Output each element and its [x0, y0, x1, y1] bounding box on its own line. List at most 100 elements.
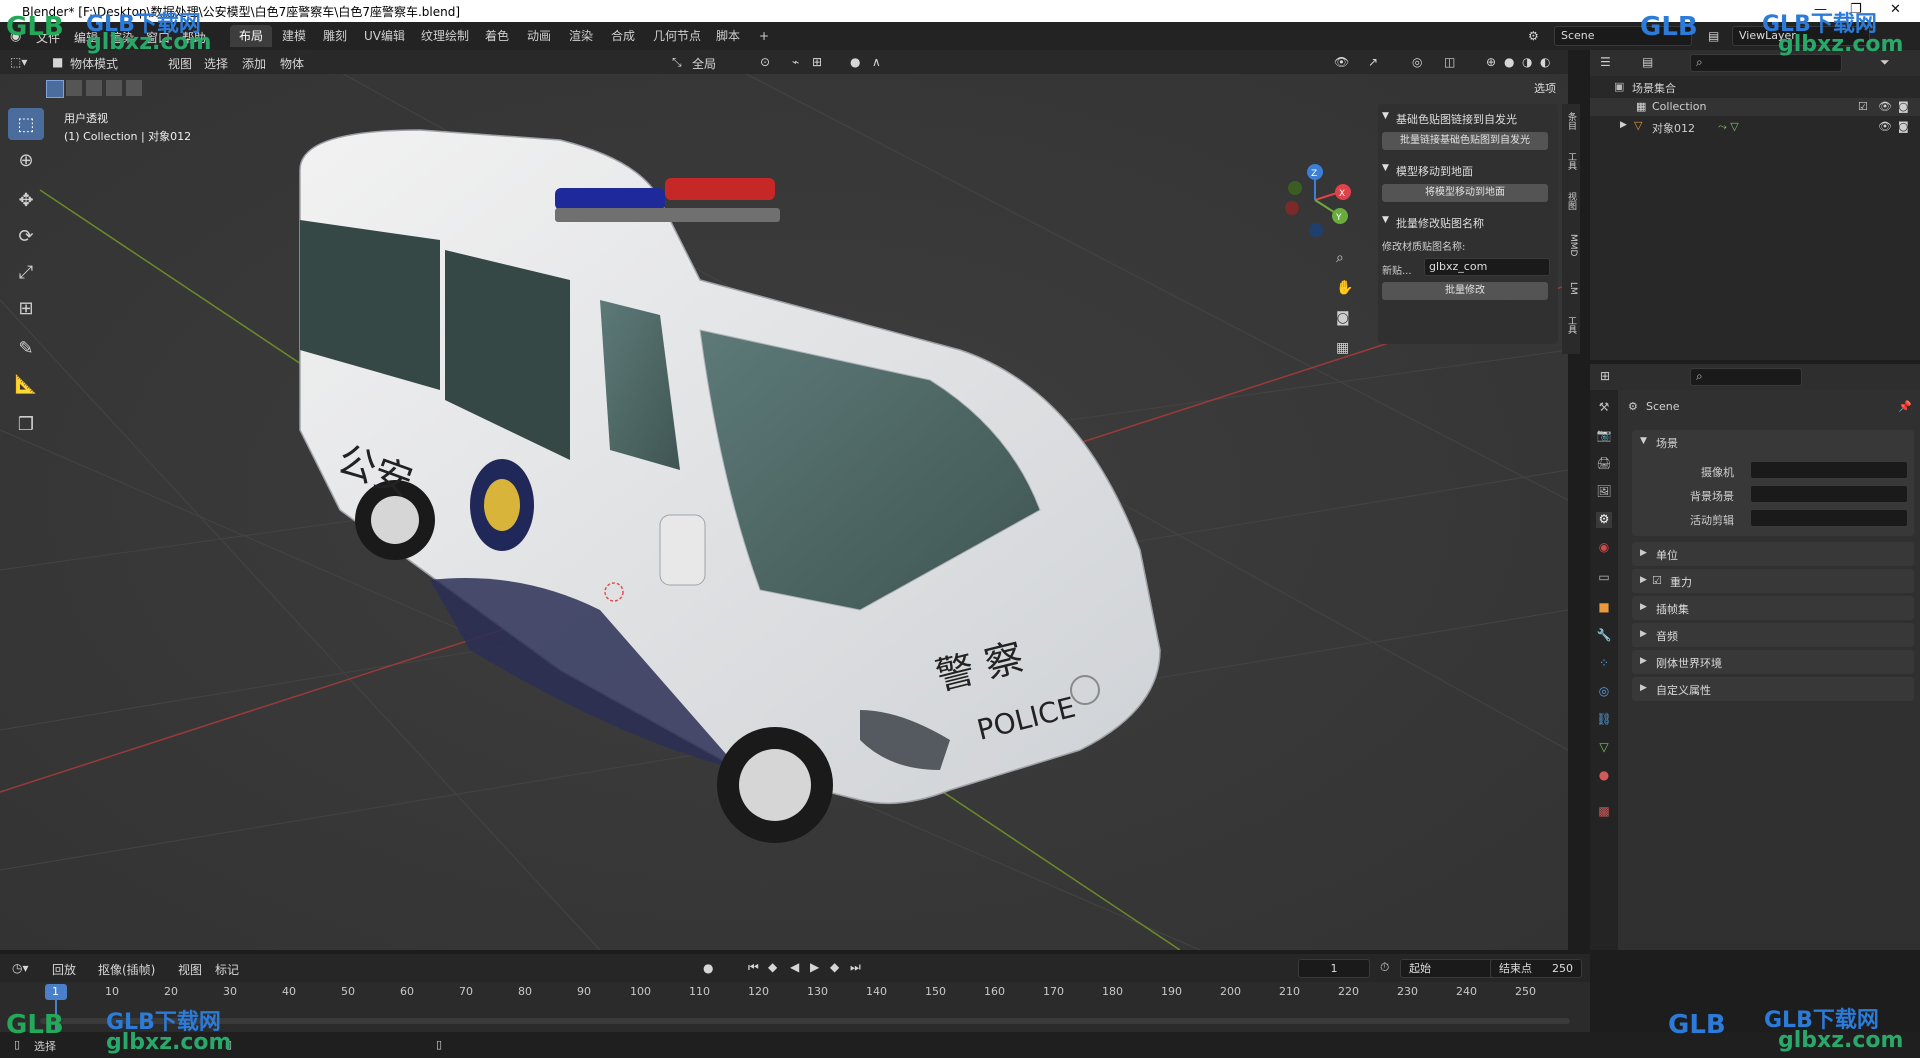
timeline-editor-icon[interactable]: ◷▾	[12, 961, 29, 975]
scene-collection-label[interactable]: 场景集合	[1632, 80, 1676, 96]
visibility-icon[interactable]: 👁	[1334, 55, 1349, 69]
prev-key-icon[interactable]: ◆	[768, 960, 777, 974]
overlay-icon[interactable]: ◎	[1412, 55, 1422, 69]
units-section[interactable]: ▶ 单位	[1632, 542, 1914, 566]
keying-sets-section[interactable]: ▶ 插帧集	[1632, 596, 1914, 620]
proportional-edit-icon[interactable]: ●	[850, 55, 860, 69]
close-button[interactable]: ✕	[1890, 2, 1901, 17]
tab-view[interactable]: 视图	[1564, 192, 1578, 210]
select-invert-icon[interactable]	[106, 80, 122, 96]
output-icon[interactable]: 🖨	[1596, 456, 1612, 472]
object-icon[interactable]: ■	[1596, 600, 1612, 616]
timeline-scrollbar[interactable]	[40, 1018, 1570, 1024]
gravity-checkbox[interactable]: ☑	[1652, 574, 1662, 587]
transform-orientation-dropdown[interactable]: 全局	[692, 55, 716, 72]
options-dropdown[interactable]: 选项	[1534, 80, 1556, 96]
material-shading-icon[interactable]: ◑	[1522, 55, 1532, 69]
3d-viewport[interactable]: 公安 警 察 POLICE Z X Y ⌕ ✋ ◙ ▦ 用户透视 (1) Col…	[0, 50, 1568, 950]
chevron-down-icon[interactable]: ▼	[1640, 436, 1647, 446]
tab-scripting[interactable]: 脚本	[707, 25, 749, 47]
next-key-icon[interactable]: ◆	[830, 960, 839, 974]
eye-icon[interactable]: 👁	[1878, 120, 1892, 133]
gizmo-toggle-icon[interactable]: ↗	[1368, 55, 1378, 69]
npanel-section-emission[interactable]: ▼ 基础色贴图链接到自发光	[1378, 108, 1558, 128]
jump-start-icon[interactable]: ⏮	[748, 960, 759, 975]
camera-icon[interactable]: ◙	[1898, 100, 1909, 113]
select-extend-icon[interactable]	[66, 80, 82, 96]
scene-icon[interactable]: ⚙	[1528, 29, 1539, 43]
outliner-editor-icon[interactable]: ☰	[1600, 55, 1611, 69]
object-mode-dropdown[interactable]: 物体模式	[70, 55, 118, 72]
render-icon[interactable]: 📷	[1596, 428, 1612, 444]
eye-icon[interactable]: 👁	[1878, 100, 1892, 113]
new-texture-name-input[interactable]: glbxz_com	[1424, 258, 1550, 276]
tab-mmd[interactable]: MMD	[1564, 234, 1578, 256]
menu-marker[interactable]: 标记	[215, 961, 239, 978]
scale-tool-icon[interactable]: ⤢	[8, 256, 44, 288]
view-layer-icon[interactable]: 🖼	[1596, 484, 1612, 500]
tool-icon[interactable]: ⚒	[1596, 400, 1612, 416]
falloff-icon[interactable]: ∧	[872, 55, 881, 69]
tab-geometry-nodes[interactable]: 几何节点	[644, 25, 710, 47]
batch-rename-button[interactable]: 批量修改	[1382, 282, 1548, 300]
tab-rendering[interactable]: 渲染	[560, 25, 602, 47]
tab-item[interactable]: 条目	[1564, 112, 1578, 130]
play-reverse-icon[interactable]: ◀	[790, 960, 799, 974]
select-box-tool-icon[interactable]: ⬚	[8, 108, 44, 140]
timeline-ruler[interactable]: 1 10 20 30 40 50 60 70 80 90 100 110 120…	[0, 982, 1590, 1032]
select-new-icon[interactable]	[46, 80, 64, 98]
select-intersect-icon[interactable]	[126, 80, 142, 96]
scene-properties-icon[interactable]: ⚙	[1596, 512, 1612, 528]
checkbox-icon[interactable]: ☑	[1858, 100, 1868, 113]
npanel-section-rename[interactable]: ▼ 批量修改贴图名称	[1378, 212, 1558, 232]
menu-playback[interactable]: 回放	[52, 961, 76, 978]
end-frame-field[interactable]: 结束点 250	[1490, 959, 1582, 978]
tab-modeling[interactable]: 建模	[273, 25, 315, 47]
menu-keying[interactable]: 抠像(插帧)	[98, 961, 155, 978]
outliner-row-collection[interactable]: ▦ Collection ☑ 👁 ◙	[1590, 98, 1920, 116]
tab-tool[interactable]: 工具	[1564, 152, 1578, 170]
wireframe-shading-icon[interactable]: ⊕	[1486, 55, 1496, 69]
menu-timeline-view[interactable]: 视图	[178, 961, 202, 978]
particles-icon[interactable]: ⁘	[1596, 656, 1612, 672]
annotate-tool-icon[interactable]: ✎	[8, 332, 44, 364]
tab-animation[interactable]: 动画	[518, 25, 560, 47]
move-tool-icon[interactable]: ✥	[8, 184, 44, 216]
camera-field[interactable]	[1750, 461, 1908, 479]
pivot-icon[interactable]: ⊙	[760, 55, 770, 69]
viewlayer-icon[interactable]: ▤	[1708, 29, 1719, 43]
active-clip-field[interactable]	[1750, 509, 1908, 527]
data-icon[interactable]: ▽	[1596, 740, 1612, 756]
filter-icon[interactable]: ⏷	[1880, 55, 1890, 70]
snap-target-icon[interactable]: ⊞	[812, 55, 822, 69]
properties-search-input[interactable]	[1690, 368, 1802, 386]
tab-compositing[interactable]: 合成	[602, 25, 644, 47]
stopwatch-icon[interactable]: ⏱	[1380, 960, 1389, 975]
menu-view[interactable]: 视图	[168, 55, 192, 72]
transform-tool-icon[interactable]: ⊞	[8, 292, 44, 324]
chevron-right-icon[interactable]: ▶	[1620, 120, 1627, 130]
tab-lm[interactable]: LM	[1564, 282, 1578, 295]
cursor-tool-icon[interactable]: ⊕	[8, 144, 44, 176]
play-icon[interactable]: ▶	[810, 960, 819, 974]
menu-add[interactable]: 添加	[242, 55, 266, 72]
pin-icon[interactable]: 📌	[1898, 400, 1912, 413]
material-icon[interactable]: ●	[1596, 768, 1612, 784]
xray-icon[interactable]: ◫	[1444, 55, 1455, 69]
record-icon[interactable]: ●	[703, 961, 713, 975]
constraints-icon[interactable]: ⛓	[1596, 712, 1612, 728]
tab-texture-paint[interactable]: 纹理绘制	[412, 25, 478, 47]
rigid-body-world-section[interactable]: ▶ 刚体世界环境	[1632, 650, 1914, 674]
editor-type-icon[interactable]: ⬚▾	[10, 55, 27, 69]
background-scene-field[interactable]	[1750, 485, 1908, 503]
modifiers-icon[interactable]: 🔧	[1596, 628, 1612, 644]
physics-icon[interactable]: ◎	[1596, 684, 1612, 700]
tab-uv-editing[interactable]: UV编辑	[355, 25, 414, 47]
current-frame-field[interactable]: 1	[1298, 959, 1370, 978]
camera-icon[interactable]: ◙	[1898, 120, 1909, 133]
rendered-shading-icon[interactable]: ◐	[1540, 55, 1550, 69]
audio-section[interactable]: ▶ 音频	[1632, 623, 1914, 647]
custom-properties-section[interactable]: ▶ 自定义属性	[1632, 677, 1914, 701]
rotate-tool-icon[interactable]: ⟳	[8, 220, 44, 252]
tab-layout[interactable]: 布局	[230, 25, 273, 47]
